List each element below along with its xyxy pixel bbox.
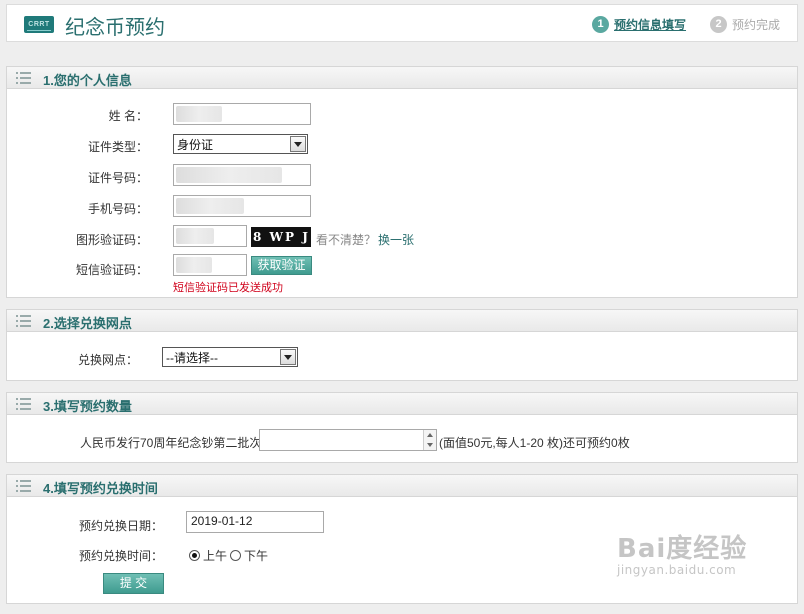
logo-text: CRRT <box>28 21 50 28</box>
id-number-label: 证件号码： <box>87 171 148 185</box>
phone-label: 手机号码： <box>87 202 148 216</box>
panel-header: 4.填写预约兑换时间 <box>7 475 797 497</box>
panel-header: 3.填写预约数量 <box>7 393 797 415</box>
page-title: 纪念币预约 <box>65 15 165 39</box>
outlet-panel: 2.选择兑换网点 <box>6 309 798 381</box>
redacted-id-number <box>176 167 282 183</box>
pm-radio[interactable] <box>230 550 241 561</box>
pm-label: 下午 <box>244 549 269 563</box>
list-icon <box>16 72 31 84</box>
date-input[interactable]: 2019-01-12 <box>186 511 324 533</box>
section-title: 4.填写预约兑换时间 <box>43 481 158 496</box>
step-fill-info[interactable]: 1 预约信息填写 <box>592 15 686 33</box>
step-number-1: 1 <box>592 15 609 33</box>
watermark-main: Bai度经验 <box>617 534 748 564</box>
am-radio[interactable] <box>189 550 200 561</box>
step-label-2: 预约完成 <box>732 17 781 32</box>
coin-label: 人民币发行70周年纪念钞第二批次 <box>80 436 262 450</box>
chevron-down-icon <box>290 136 306 152</box>
coin-note: (面值50元,每人1-20 枚)还可预约0枚 <box>439 436 630 450</box>
list-icon <box>16 315 31 327</box>
captcha-refresh-link[interactable]: 换一张 <box>378 231 414 248</box>
redacted-name <box>176 106 222 122</box>
submit-button[interactable]: 提 交 <box>103 573 164 594</box>
section-title: 2.选择兑换网点 <box>43 316 132 331</box>
panel-header: 2.选择兑换网点 <box>7 310 797 332</box>
list-icon <box>16 480 31 492</box>
date-label: 预约兑换日期： <box>79 519 164 533</box>
step-number-2: 2 <box>710 15 727 33</box>
crrt-logo: CRRT <box>24 16 54 33</box>
page-header: CRRT 纪念币预约 1 预约信息填写 2 预约完成 <box>6 4 798 42</box>
redacted-phone <box>176 198 244 214</box>
redacted-sms-code <box>176 257 212 273</box>
captcha-image[interactable]: 8 WP J <box>251 227 311 247</box>
step-complete: 2 预约完成 <box>710 15 780 33</box>
am-label: 上午 <box>203 549 228 563</box>
id-type-label: 证件类型： <box>87 140 148 154</box>
list-icon <box>16 398 31 410</box>
stepper-arrows-icon[interactable] <box>423 430 436 450</box>
sms-status-message: 短信验证码已发送成功 <box>173 282 283 294</box>
am-option[interactable]: 上午 <box>189 547 227 564</box>
captcha-hint: 看不清楚？ <box>316 233 377 247</box>
sms-label: 短信验证码： <box>75 263 148 277</box>
watermark-sub: jingyan.baidu.com <box>617 563 737 577</box>
section-title: 3.填写预约数量 <box>43 399 132 414</box>
captcha-label: 图形验证码： <box>75 233 148 247</box>
redacted-captcha <box>176 228 214 244</box>
panel-header: 1.您的个人信息 <box>7 67 797 89</box>
quantity-stepper[interactable] <box>259 429 437 451</box>
name-label: 姓 名： <box>108 109 148 123</box>
id-type-value: 身份证 <box>177 138 214 152</box>
outlet-select[interactable]: --请选择-- <box>162 347 298 367</box>
id-type-select[interactable]: 身份证 <box>173 134 308 154</box>
chevron-down-icon <box>280 349 296 365</box>
quantity-panel: 3.填写预约数量 <box>6 392 798 463</box>
time-label: 预约兑换时间： <box>79 549 164 563</box>
outlet-value: --请选择-- <box>166 351 218 365</box>
outlet-label: 兑换网点： <box>77 353 138 367</box>
section-title: 1.您的个人信息 <box>43 73 132 88</box>
baidu-watermark: Bai度经验 jingyan.baidu.com <box>617 528 747 577</box>
get-sms-code-button[interactable]: 获取验证码 <box>251 256 312 289</box>
step-label-1: 预约信息填写 <box>614 17 687 32</box>
pm-option[interactable]: 下午 <box>230 547 268 564</box>
